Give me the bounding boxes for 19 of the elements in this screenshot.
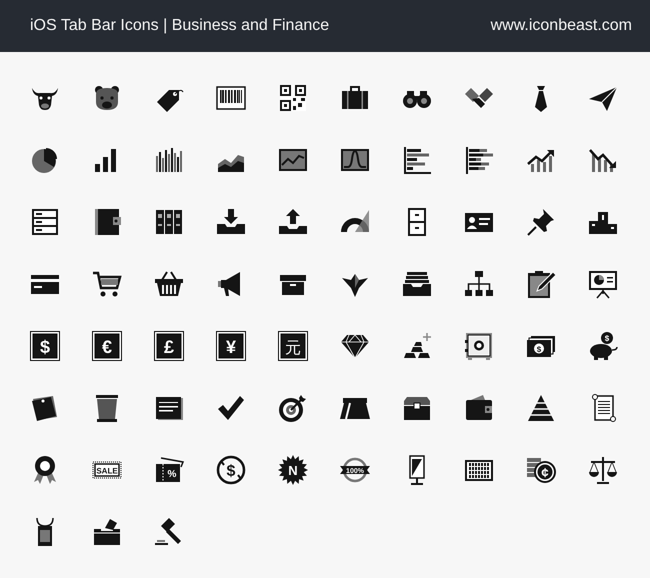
qr-code-icon (277, 82, 309, 114)
euro-sign-icon: € (91, 330, 123, 362)
pushpin-icon (525, 206, 557, 238)
currency-exchange-icon: $ (215, 454, 247, 486)
website-url: www.iconbeast.com (490, 17, 632, 35)
yuan-sign-icon: 元 (277, 330, 309, 362)
ballot-box-icon (91, 516, 123, 548)
presentation-board-icon (587, 268, 619, 300)
yen-sign-icon: ¥ (215, 330, 247, 362)
horizontal-bar-chart-icon (463, 144, 495, 176)
clipboard-pencil-icon (525, 268, 557, 300)
pound-sign-icon: £ (153, 330, 185, 362)
server-rack-icon (29, 206, 61, 238)
safe-icon (463, 330, 495, 362)
page-title: iOS Tab Bar Icons | Business and Finance (30, 17, 330, 35)
scales-icon (587, 454, 619, 486)
dollar-sign-icon: $ (29, 330, 61, 362)
starburst-badge-icon: N (277, 454, 309, 486)
horizontal-bar-chart-icon (401, 144, 433, 176)
